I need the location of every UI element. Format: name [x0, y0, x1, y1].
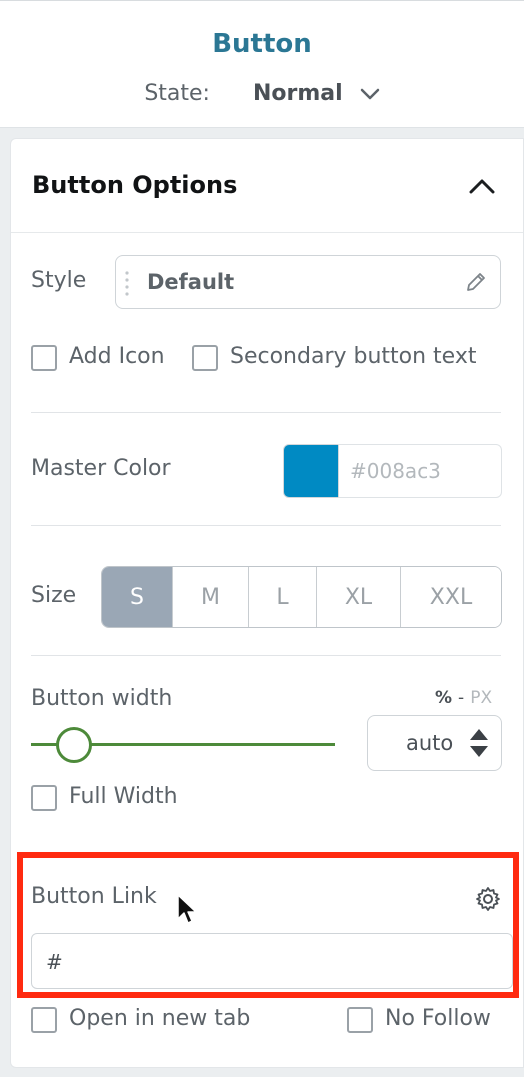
element-header: Button State: Normal [0, 0, 524, 128]
unit-px[interactable]: PX [470, 688, 492, 708]
element-title: Button [212, 29, 312, 59]
full-width-checkbox[interactable] [31, 785, 57, 811]
unit-separator: - [458, 688, 465, 708]
width-slider-handle[interactable] [56, 727, 92, 763]
button-link-label: Button Link [31, 884, 157, 909]
unit-percent[interactable]: % [435, 688, 452, 708]
divider [31, 412, 501, 413]
width-value: auto [406, 731, 454, 755]
full-width-label: Full Width [69, 784, 178, 809]
button-link-input[interactable]: # [31, 933, 513, 989]
panel-title: Button Options [32, 171, 238, 199]
open-new-tab-checkbox[interactable] [31, 1007, 57, 1033]
chevron-down-icon[interactable] [360, 82, 380, 107]
master-color-swatch[interactable] [283, 444, 339, 498]
chevron-up-icon[interactable] [469, 177, 495, 199]
size-label: Size [31, 583, 77, 608]
size-option-xl[interactable]: XL [317, 567, 401, 627]
style-value: Default [147, 270, 235, 294]
button-width-label: Button width [31, 686, 173, 711]
width-input[interactable]: auto [367, 715, 502, 771]
size-option-l[interactable]: L [249, 567, 317, 627]
size-selector: S M L XL XXL [101, 566, 502, 628]
open-new-tab-label: Open in new tab [69, 1006, 251, 1031]
master-color-input[interactable]: #008ac3 [338, 444, 502, 498]
secondary-text-label: Secondary button text [230, 344, 477, 369]
divider [31, 655, 501, 656]
pencil-icon[interactable] [464, 270, 488, 298]
add-icon-checkbox[interactable] [31, 345, 57, 371]
drag-dots-icon[interactable] [124, 270, 130, 302]
divider [31, 525, 501, 526]
size-option-m[interactable]: M [173, 567, 249, 627]
spinner-arrows-icon[interactable] [469, 726, 489, 764]
state-value[interactable]: Normal [253, 81, 343, 106]
button-options-panel: Button Options Style Default Add Icon Se… [10, 138, 524, 1068]
style-label: Style [31, 268, 87, 293]
state-selector[interactable]: State: Normal [0, 81, 524, 107]
master-color-label: Master Color [31, 456, 171, 481]
mouse-pointer-icon [176, 893, 198, 931]
size-option-s[interactable]: S [102, 567, 173, 627]
no-follow-label: No Follow [385, 1006, 491, 1031]
add-icon-label: Add Icon [69, 344, 165, 369]
size-option-xxl[interactable]: XXL [401, 567, 501, 627]
no-follow-checkbox[interactable] [347, 1007, 373, 1033]
secondary-text-checkbox[interactable] [192, 345, 218, 371]
style-selector[interactable]: Default [115, 255, 501, 309]
state-label: State: [144, 81, 210, 106]
gear-icon[interactable] [475, 886, 501, 916]
panel-header[interactable]: Button Options [11, 139, 523, 233]
unit-toggle: % - PX [435, 688, 492, 708]
